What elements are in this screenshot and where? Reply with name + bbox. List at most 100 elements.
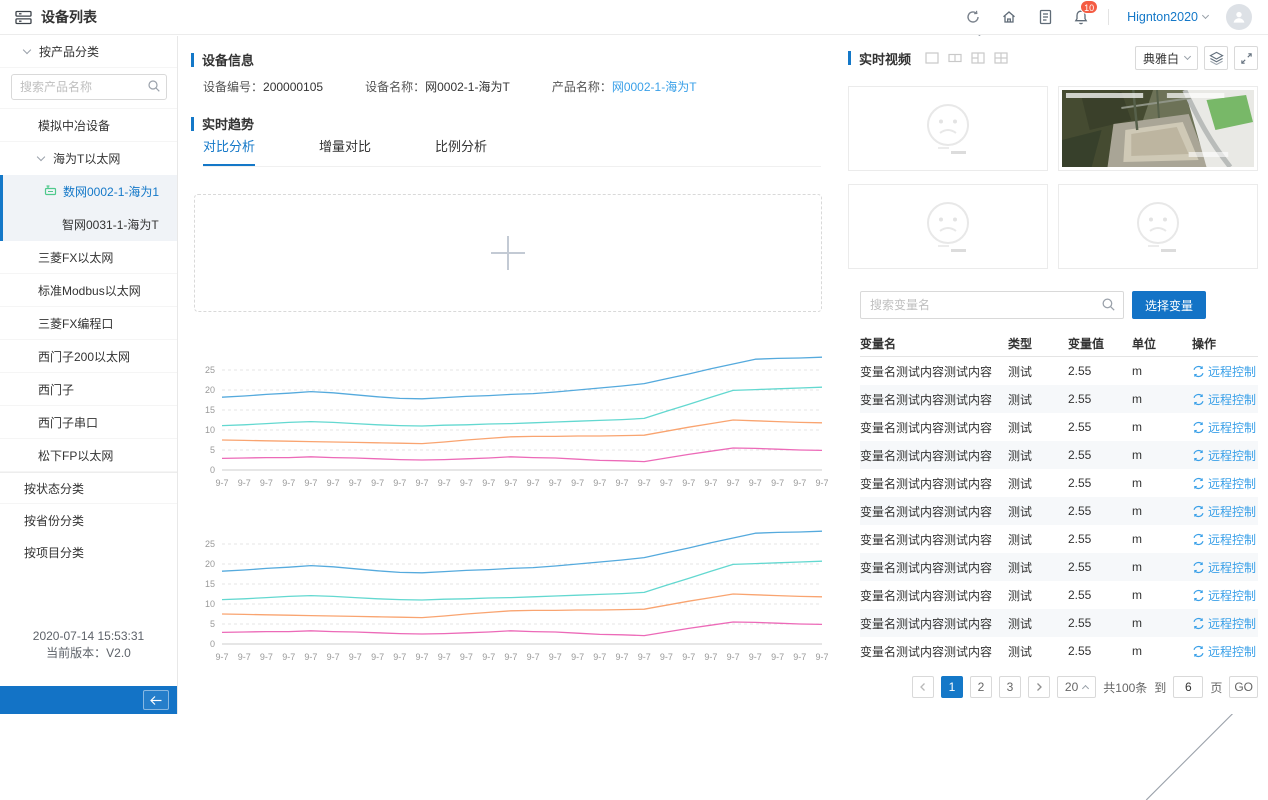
sidebar-footer (0, 686, 177, 714)
remote-control-link[interactable]: 远程控制 (1192, 363, 1258, 380)
home-icon[interactable] (1000, 8, 1018, 26)
remote-control-link[interactable]: 远程控制 (1192, 559, 1258, 576)
video-slot-empty-2[interactable] (848, 184, 1048, 269)
table-row: 变量名测试内容测试内容测试2.55m远程控制 (860, 497, 1258, 525)
fullscreen-button[interactable] (1234, 46, 1258, 70)
svg-text:9-7: 9-7 (527, 478, 540, 488)
collapse-sidebar-button[interactable] (143, 690, 169, 710)
tab-compare-analysis[interactable]: 对比分析 (203, 136, 255, 166)
table-row: 变量名测试内容测试内容测试2.55m远程控制 (860, 581, 1258, 609)
remote-control-link[interactable]: 远程控制 (1192, 615, 1258, 632)
variable-name-cell: 变量名测试内容测试内容 (860, 643, 1008, 660)
sidebar-meta: 2020-07-14 15:53:31 当前版本：V2.0 (0, 628, 177, 662)
sidebar-item-siemens-serial[interactable]: 西门子串口 (0, 406, 177, 439)
user-menu[interactable]: Hignton2020 (1127, 10, 1208, 24)
page-size-select[interactable]: 20 (1057, 676, 1096, 698)
device-info-section-title: 设备信息 (191, 50, 254, 69)
svg-text:10: 10 (205, 425, 215, 435)
top-header: 设备列表 10 Hignton2020 (0, 0, 1268, 35)
remote-control-link[interactable]: 远程控制 (1192, 587, 1258, 604)
refresh-icon[interactable] (964, 8, 982, 26)
add-chart-placeholder[interactable] (194, 194, 822, 312)
variable-search-input[interactable] (860, 291, 1124, 319)
sidebar-search-wrap (0, 68, 177, 109)
page-button-2[interactable]: 2 (970, 676, 992, 698)
select-variable-button[interactable]: 选择变量 (1132, 291, 1206, 319)
remote-control-link[interactable]: 远程控制 (1192, 643, 1258, 660)
video-slot-empty-1[interactable] (848, 86, 1048, 171)
sidebar-item-siemens200[interactable]: 西门子200以太网 (0, 340, 177, 373)
product-name-link[interactable]: 网0002-1-海为T (612, 80, 697, 94)
next-page-button[interactable] (1028, 676, 1050, 698)
sidebar-item-mitsubishi-eth[interactable]: 三菱FX以太网 (0, 241, 177, 274)
prev-page-button[interactable] (912, 676, 934, 698)
variable-type-cell: 测试 (1008, 503, 1068, 520)
svg-text:9-7: 9-7 (682, 652, 695, 662)
sidebar-group-product[interactable]: 按产品分类 (0, 36, 177, 68)
page-button-3[interactable]: 3 (999, 676, 1021, 698)
svg-text:9-7: 9-7 (438, 478, 451, 488)
remote-control-icon (1192, 617, 1205, 630)
sidebar-group-project[interactable]: 按项目分类 (0, 536, 177, 568)
layout-2-icon[interactable] (948, 52, 962, 64)
variable-name-cell: 变量名测试内容测试内容 (860, 615, 1008, 632)
sidebar-group-status[interactable]: 按状态分类 (0, 472, 177, 504)
chevron-down-icon (37, 153, 45, 161)
variable-value-cell: 2.55 (1068, 476, 1132, 490)
sidebar-item-panasonic[interactable]: 松下FP以太网 (0, 439, 177, 472)
variable-type-cell: 测试 (1008, 447, 1068, 464)
avatar[interactable] (1226, 4, 1252, 30)
svg-text:9-7: 9-7 (238, 478, 251, 488)
variable-unit-cell: m (1132, 616, 1192, 630)
svg-text:9-7: 9-7 (349, 478, 362, 488)
sidebar-item-moni[interactable]: 模拟中冶设备 (0, 109, 177, 142)
remote-control-link[interactable]: 远程控制 (1192, 475, 1258, 492)
sidebar-leaf-device[interactable]: 智网0031-1-海为T (3, 208, 177, 241)
version-label: 当前版本：V2.0 (0, 645, 177, 662)
app-title-area: 设备列表 (0, 7, 97, 27)
layout-1-icon[interactable] (925, 52, 939, 64)
variable-table-body: 变量名测试内容测试内容测试2.55m远程控制变量名测试内容测试内容测试2.55m… (860, 357, 1258, 665)
tab-ratio-analysis[interactable]: 比例分析 (435, 136, 487, 166)
document-icon[interactable] (1036, 8, 1054, 26)
camera-feed[interactable] (1058, 86, 1258, 171)
sidebar-item-siemens[interactable]: 西门子 (0, 373, 177, 406)
layers-button[interactable] (1204, 46, 1228, 70)
svg-text:5: 5 (210, 619, 215, 629)
remote-control-link[interactable]: 远程控制 (1192, 391, 1258, 408)
product-search-input[interactable] (11, 74, 167, 100)
notification-bell-icon[interactable]: 10 (1072, 8, 1090, 26)
device-icon (44, 184, 57, 200)
svg-text:9-7: 9-7 (815, 478, 828, 488)
remote-control-link[interactable]: 远程控制 (1192, 447, 1258, 464)
chevron-up-icon (1082, 685, 1089, 692)
page-button-1[interactable]: 1 (941, 676, 963, 698)
svg-text:9-7: 9-7 (815, 652, 828, 662)
tab-increment-compare[interactable]: 增量对比 (319, 136, 371, 166)
theme-select[interactable]: 典雅白 (1135, 46, 1198, 70)
sidebar-leaf-device-selected[interactable]: 数网0002-1-海为1 (3, 175, 177, 208)
svg-text:9-7: 9-7 (771, 478, 784, 488)
svg-text:9-7: 9-7 (749, 478, 762, 488)
table-row: 变量名测试内容测试内容测试2.55m远程控制 (860, 637, 1258, 665)
jump-page-input[interactable] (1173, 676, 1203, 698)
remote-control-link[interactable]: 远程控制 (1192, 503, 1258, 520)
sidebar-item-haiwei[interactable]: 海为T以太网 (0, 142, 177, 175)
layout-3-icon[interactable] (971, 52, 985, 64)
remote-control-link[interactable]: 远程控制 (1192, 531, 1258, 548)
layout-4-icon[interactable] (994, 52, 1008, 64)
sidebar-group-province[interactable]: 按省份分类 (0, 504, 177, 536)
svg-text:9-7: 9-7 (549, 652, 562, 662)
sidebar-item-mitsubishi-prog[interactable]: 三菱FX编程口 (0, 307, 177, 340)
trend-tabs: 对比分析 增量对比 比例分析 (203, 136, 821, 167)
variable-search-row: 选择变量 (860, 291, 1206, 319)
go-button[interactable]: GO (1229, 676, 1258, 698)
svg-text:9-7: 9-7 (704, 478, 717, 488)
variable-value-cell: 2.55 (1068, 532, 1132, 546)
video-slot-empty-3[interactable] (1058, 184, 1258, 269)
variable-value-cell: 2.55 (1068, 448, 1132, 462)
remote-control-link[interactable]: 远程控制 (1192, 419, 1258, 436)
svg-text:9-7: 9-7 (349, 652, 362, 662)
sidebar-item-modbus[interactable]: 标准Modbus以太网 (0, 274, 177, 307)
sidebar-selected-block: 数网0002-1-海为1 智网0031-1-海为T (0, 175, 177, 241)
